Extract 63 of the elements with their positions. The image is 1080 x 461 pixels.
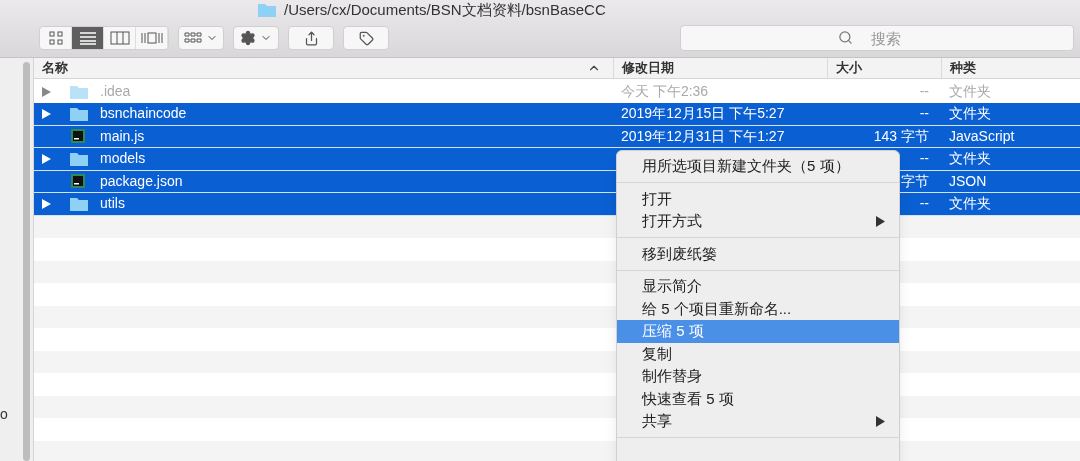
file-name: main.js xyxy=(100,126,145,146)
file-size: -- xyxy=(919,149,929,169)
menu-item[interactable]: 共享 xyxy=(617,410,899,433)
file-kind: 文件夹 xyxy=(949,150,991,167)
file-size: 143 字节 xyxy=(873,126,929,146)
folder-icon xyxy=(258,3,276,17)
file-row[interactable]: main.js 2019年12月31日 下午1:27 143 字节 JavaScript xyxy=(34,125,1080,148)
columns-view-icon xyxy=(109,31,130,45)
file-name: package.json xyxy=(100,171,183,191)
disclosure-triangle-icon[interactable] xyxy=(42,86,51,97)
file-size: -- xyxy=(919,194,929,214)
list-view-icon xyxy=(78,31,97,45)
folder-icon xyxy=(70,151,88,167)
window-title: /Users/cx/Documents/BSN文档资料/bsnBaseCC xyxy=(284,0,606,20)
file-name: bsnchaincode xyxy=(100,104,187,124)
scrollbar[interactable] xyxy=(23,62,30,461)
file-kind: 文件夹 xyxy=(949,195,991,212)
folder-icon xyxy=(70,106,88,122)
file-icon xyxy=(70,173,86,190)
view-mode-button[interactable] xyxy=(72,27,104,49)
tag-icon xyxy=(358,30,374,46)
disclosure-triangle-icon[interactable] xyxy=(42,153,51,164)
date-modified: 2019年12月31日 下午1:27 xyxy=(621,127,785,144)
tag-button[interactable] xyxy=(343,26,389,50)
gallery-view-icon xyxy=(140,31,163,45)
folder-icon xyxy=(70,196,88,212)
file-size: -- xyxy=(919,82,929,102)
date-modified: 今天 下午2:36 xyxy=(621,83,709,100)
file-kind: JSON xyxy=(949,172,987,189)
column-header[interactable]: 修改日期 xyxy=(613,58,827,78)
file-kind: JavaScript xyxy=(949,127,1015,144)
grid-icon xyxy=(184,32,202,44)
column-header[interactable]: 名称 xyxy=(34,58,613,78)
search-icon xyxy=(838,30,853,45)
search-field[interactable]: 搜索 xyxy=(680,25,1074,51)
file-size: -- xyxy=(919,104,929,124)
action-button[interactable] xyxy=(233,26,279,50)
menu-item[interactable]: 移到废纸篓 xyxy=(617,242,899,265)
file-kind: 文件夹 xyxy=(949,83,991,100)
menu-item[interactable]: 快速查看 5 项 xyxy=(617,387,899,410)
file-name: .idea xyxy=(100,82,131,102)
menu-item[interactable]: 显示简介 xyxy=(617,275,899,298)
sidebar-item[interactable]: o xyxy=(0,404,20,425)
gear-icon xyxy=(240,30,256,46)
date-modified: 2019年12月15日 下午5:27 xyxy=(621,105,785,122)
disclosure-triangle-icon[interactable] xyxy=(42,198,51,209)
file-size: 字节 xyxy=(901,171,929,191)
file-row[interactable]: bsnchaincode 2019年12月15日 下午5:27 -- 文件夹 xyxy=(34,103,1080,126)
group-button[interactable] xyxy=(178,26,224,50)
file-kind: 文件夹 xyxy=(949,105,991,122)
folder-icon xyxy=(70,84,88,100)
column-header[interactable]: 大小 xyxy=(827,58,941,78)
menu-item[interactable]: 制作替身 xyxy=(617,365,899,388)
file-name: utils xyxy=(100,194,125,214)
grid-view-icon xyxy=(48,31,63,45)
menu-item[interactable]: 给 5 个项目重新命名... xyxy=(617,297,899,320)
file-name: models xyxy=(100,149,146,169)
file-icon xyxy=(70,128,86,145)
share-icon xyxy=(303,30,319,46)
share-button[interactable] xyxy=(288,26,334,50)
column-header[interactable]: 种类 xyxy=(941,58,1080,78)
menu-item[interactable]: 复制 xyxy=(617,342,899,365)
disclosure-triangle-icon[interactable] xyxy=(42,108,51,119)
